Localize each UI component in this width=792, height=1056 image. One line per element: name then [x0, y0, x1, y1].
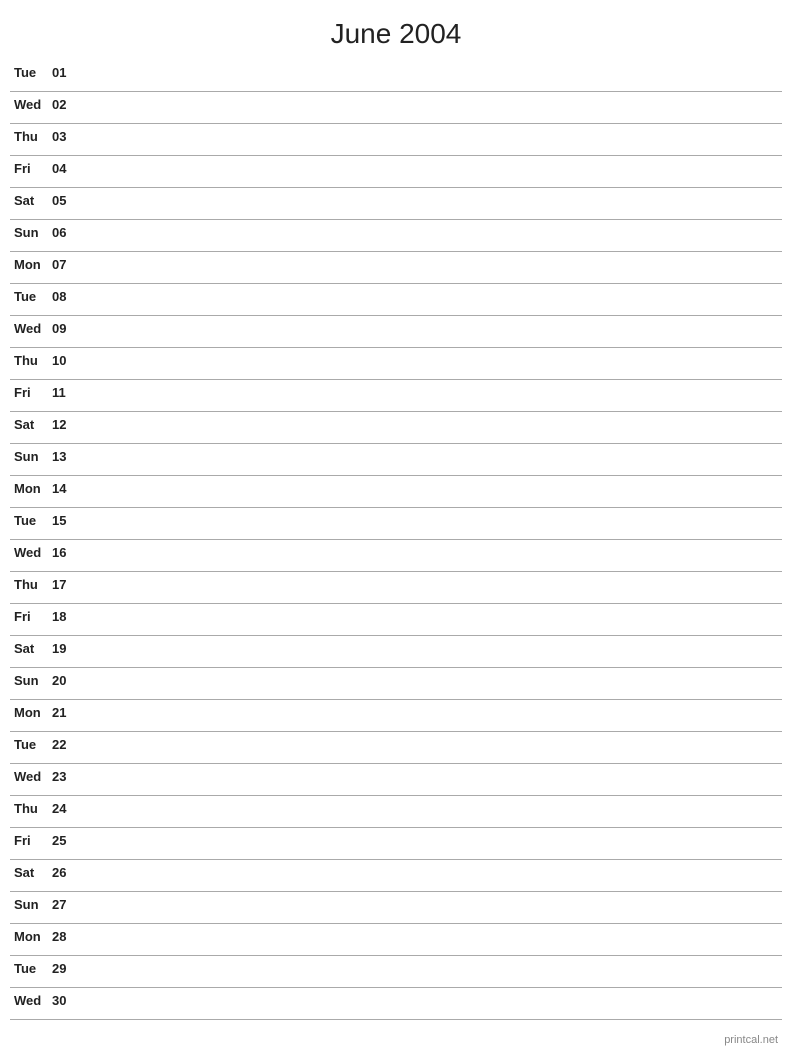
day-name: Tue [10, 737, 52, 752]
day-name: Mon [10, 257, 52, 272]
day-name: Thu [10, 801, 52, 816]
day-row: Sat12 [10, 412, 782, 444]
day-row: Wed16 [10, 540, 782, 572]
calendar-list: Tue01Wed02Thu03Fri04Sat05Sun06Mon07Tue08… [0, 60, 792, 1020]
day-name: Sat [10, 193, 52, 208]
day-number: 04 [52, 161, 82, 176]
day-number: 02 [52, 97, 82, 112]
day-row: Fri11 [10, 380, 782, 412]
day-row: Fri04 [10, 156, 782, 188]
day-row: Thu17 [10, 572, 782, 604]
day-number: 28 [52, 929, 82, 944]
day-row: Tue22 [10, 732, 782, 764]
day-row: Sat26 [10, 860, 782, 892]
day-name: Fri [10, 161, 52, 176]
day-row: Fri18 [10, 604, 782, 636]
day-number: 19 [52, 641, 82, 656]
day-name: Mon [10, 929, 52, 944]
day-row: Mon21 [10, 700, 782, 732]
day-name: Sat [10, 417, 52, 432]
day-row: Sat05 [10, 188, 782, 220]
day-name: Wed [10, 545, 52, 560]
day-name: Fri [10, 609, 52, 624]
day-row: Thu24 [10, 796, 782, 828]
day-row: Wed23 [10, 764, 782, 796]
footer-text: printcal.net [724, 1034, 778, 1046]
day-name: Tue [10, 961, 52, 976]
day-number: 16 [52, 545, 82, 560]
day-number: 13 [52, 449, 82, 464]
day-name: Tue [10, 65, 52, 80]
day-number: 26 [52, 865, 82, 880]
day-number: 21 [52, 705, 82, 720]
day-number: 15 [52, 513, 82, 528]
day-number: 22 [52, 737, 82, 752]
day-name: Sun [10, 897, 52, 912]
day-row: Sun06 [10, 220, 782, 252]
day-number: 01 [52, 65, 82, 80]
day-number: 06 [52, 225, 82, 240]
day-number: 29 [52, 961, 82, 976]
day-name: Mon [10, 481, 52, 496]
day-name: Wed [10, 769, 52, 784]
day-number: 10 [52, 353, 82, 368]
day-name: Wed [10, 321, 52, 336]
day-number: 17 [52, 577, 82, 592]
day-row: Fri25 [10, 828, 782, 860]
day-name: Wed [10, 993, 52, 1008]
day-name: Sat [10, 641, 52, 656]
day-row: Wed02 [10, 92, 782, 124]
day-number: 25 [52, 833, 82, 848]
day-number: 14 [52, 481, 82, 496]
day-name: Tue [10, 513, 52, 528]
day-row: Sun13 [10, 444, 782, 476]
day-name: Wed [10, 97, 52, 112]
page-title: June 2004 [0, 0, 792, 60]
day-row: Thu10 [10, 348, 782, 380]
day-name: Fri [10, 385, 52, 400]
day-name: Fri [10, 833, 52, 848]
day-number: 24 [52, 801, 82, 816]
day-number: 05 [52, 193, 82, 208]
day-row: Mon14 [10, 476, 782, 508]
day-row: Tue08 [10, 284, 782, 316]
day-name: Mon [10, 705, 52, 720]
day-row: Wed30 [10, 988, 782, 1020]
day-name: Sun [10, 225, 52, 240]
day-number: 30 [52, 993, 82, 1008]
day-name: Thu [10, 577, 52, 592]
day-row: Tue01 [10, 60, 782, 92]
day-number: 20 [52, 673, 82, 688]
day-row: Wed09 [10, 316, 782, 348]
day-name: Thu [10, 129, 52, 144]
day-number: 03 [52, 129, 82, 144]
day-number: 27 [52, 897, 82, 912]
day-row: Thu03 [10, 124, 782, 156]
day-number: 11 [52, 385, 82, 400]
day-row: Mon28 [10, 924, 782, 956]
day-name: Thu [10, 353, 52, 368]
day-name: Sun [10, 673, 52, 688]
day-number: 09 [52, 321, 82, 336]
day-row: Sat19 [10, 636, 782, 668]
day-name: Sun [10, 449, 52, 464]
day-number: 08 [52, 289, 82, 304]
day-number: 12 [52, 417, 82, 432]
day-name: Tue [10, 289, 52, 304]
day-number: 18 [52, 609, 82, 624]
day-number: 07 [52, 257, 82, 272]
day-row: Sun20 [10, 668, 782, 700]
day-row: Tue15 [10, 508, 782, 540]
day-row: Mon07 [10, 252, 782, 284]
day-row: Tue29 [10, 956, 782, 988]
day-row: Sun27 [10, 892, 782, 924]
day-number: 23 [52, 769, 82, 784]
day-name: Sat [10, 865, 52, 880]
